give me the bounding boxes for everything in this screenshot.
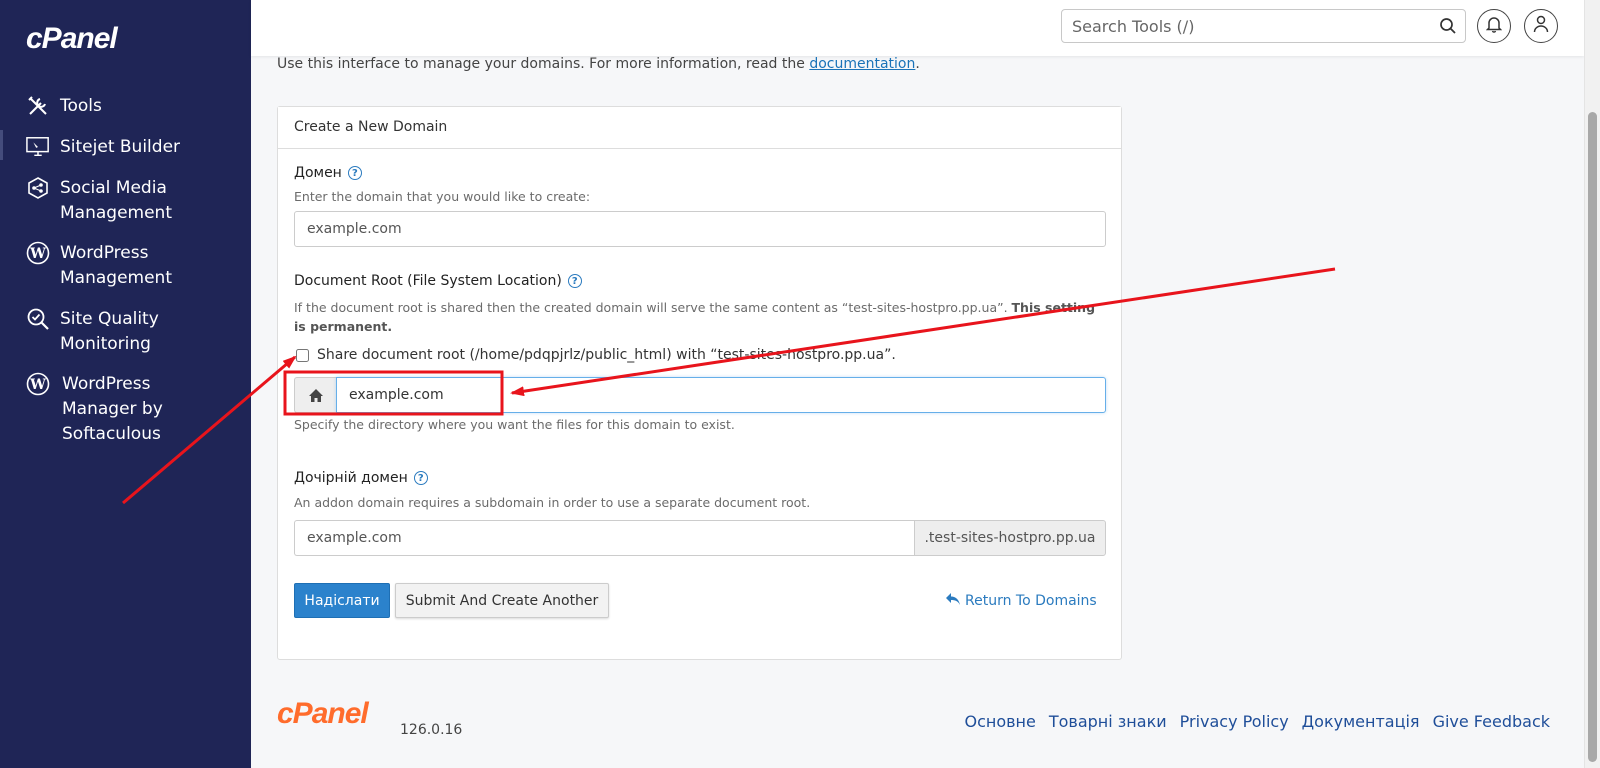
help-icon[interactable]: ? <box>413 471 428 485</box>
docroot-label-text: Document Root (File System Location) <box>294 273 562 289</box>
footer-link-feedback[interactable]: Give Feedback <box>1433 712 1550 731</box>
submit-and-create-another-button[interactable]: Submit And Create Another <box>395 583 609 618</box>
panel-title: Create a New Domain <box>278 107 1121 149</box>
help-icon[interactable]: ? <box>567 274 582 288</box>
return-label: Return To Domains <box>965 593 1097 609</box>
intro-text: Use this interface to manage your domain… <box>277 56 920 72</box>
wordpress-icon: W <box>26 241 50 265</box>
sidebar-item-label: Sitejet Builder <box>60 137 181 157</box>
domain-hint: Enter the domain that you would like to … <box>294 189 591 204</box>
notifications-button[interactable] <box>1477 9 1511 43</box>
footer-link-privacy[interactable]: Privacy Policy <box>1180 712 1289 731</box>
subdomain-suffix: .test-sites-hostpro.pp.ua <box>914 520 1106 556</box>
sidebar-item-wordpress-softaculous[interactable]: W WordPress Manager by Softaculous <box>26 372 163 447</box>
bell-icon <box>1485 15 1503 38</box>
subdomain-field: .test-sites-hostpro.pp.ua <box>294 520 1106 556</box>
monitor-icon <box>26 135 50 159</box>
docroot-help-text: Specify the directory where you want the… <box>294 417 735 432</box>
footer-links: Основне Товарні знаки Privacy Policy Док… <box>964 712 1550 731</box>
social-icon <box>26 176 50 200</box>
page-scrollbar[interactable] <box>1584 0 1600 768</box>
sidebar-item-tools[interactable]: Tools <box>26 94 102 119</box>
top-header <box>251 0 1584 56</box>
docroot-label: Document Root (File System Location) ? <box>294 273 582 289</box>
sidebar-item-label: Site Quality Monitoring <box>60 309 159 354</box>
sidebar-item-wordpress-management[interactable]: W WordPress Management <box>26 241 172 291</box>
search-box[interactable] <box>1061 9 1466 43</box>
magnify-check-icon <box>26 307 50 331</box>
share-docroot-checkbox[interactable] <box>296 348 309 362</box>
scrollbar-thumb[interactable] <box>1588 112 1597 762</box>
return-to-domains-link[interactable]: Return To Domains <box>945 592 1097 610</box>
search-input[interactable] <box>1062 10 1422 42</box>
subdomain-label-text: Дочірній домен <box>294 470 408 486</box>
svg-text:W: W <box>29 246 46 262</box>
submit-button[interactable]: Надіслати <box>294 583 390 618</box>
domain-label-text: Домен <box>294 165 342 181</box>
subdomain-label: Дочірній домен ? <box>294 470 428 486</box>
docroot-hint-text: If the document root is shared then the … <box>294 300 1012 315</box>
footer-cpanel-logo[interactable]: cPanel <box>277 697 369 731</box>
sidebar-item-site-quality[interactable]: Site Quality Monitoring <box>26 307 159 357</box>
sidebar-item-label: WordPress Management <box>60 243 172 288</box>
home-icon <box>294 377 336 413</box>
tools-icon <box>26 94 50 118</box>
search-icon[interactable] <box>1439 17 1457 40</box>
wordpress-icon: W <box>26 372 50 396</box>
user-menu-button[interactable] <box>1524 9 1558 43</box>
create-domain-panel: Create a New Domain Домен ? Enter the do… <box>277 106 1122 660</box>
docroot-input[interactable] <box>336 377 1106 413</box>
user-icon <box>1533 15 1549 38</box>
help-icon[interactable]: ? <box>347 166 362 180</box>
footer-link-trademarks[interactable]: Товарні знаки <box>1049 712 1167 731</box>
sidebar: cPanel Tools Sitejet Builder Social Medi… <box>0 0 251 768</box>
share-docroot-row[interactable]: Share document root (/home/pdqpjrlz/publ… <box>296 347 896 363</box>
sidebar-item-label: Social Media Management <box>60 178 172 223</box>
footer-link-home[interactable]: Основне <box>964 712 1035 731</box>
intro-sentence: Use this interface to manage your domain… <box>277 56 810 72</box>
sidebar-item-social-media[interactable]: Social Media Management <box>26 176 172 226</box>
docroot-field <box>294 377 1106 413</box>
sidebar-item-label: WordPress Manager by Softaculous <box>62 374 163 444</box>
domain-label: Домен ? <box>294 165 362 181</box>
svg-text:W: W <box>29 377 46 393</box>
version-number: 126.0.16 <box>400 722 463 738</box>
intro-period: . <box>915 56 920 72</box>
share-docroot-label: Share document root (/home/pdqpjrlz/publ… <box>317 347 896 363</box>
reply-arrow-icon <box>945 592 961 610</box>
documentation-link[interactable]: documentation <box>809 56 915 72</box>
subdomain-hint: An addon domain requires a subdomain in … <box>294 495 811 510</box>
sidebar-item-label: Tools <box>60 96 102 116</box>
docroot-hint: If the document root is shared then the … <box>294 298 1106 336</box>
sidebar-item-sitejet-builder[interactable]: Sitejet Builder <box>26 135 180 160</box>
footer-link-documentation[interactable]: Документація <box>1302 712 1420 731</box>
subdomain-input[interactable] <box>294 520 914 556</box>
domain-input[interactable] <box>294 211 1106 247</box>
nav-active-indicator <box>0 130 3 160</box>
cpanel-logo[interactable]: cPanel <box>26 22 118 56</box>
